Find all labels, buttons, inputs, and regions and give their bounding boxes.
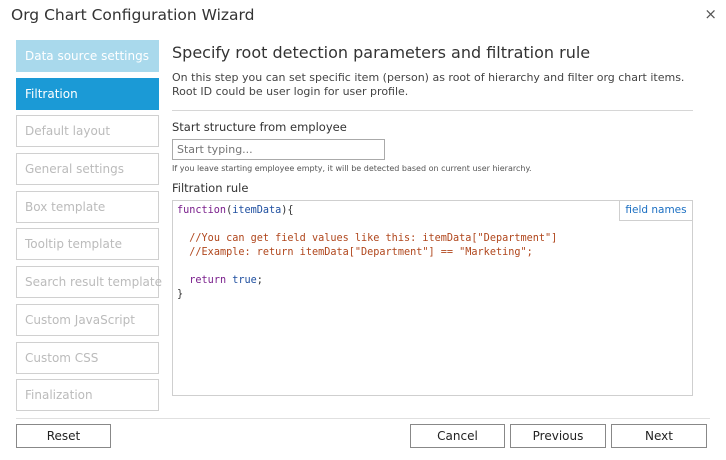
divider	[172, 110, 693, 111]
code-arg: itemData	[232, 205, 282, 216]
next-button[interactable]: Next	[611, 424, 707, 448]
step-description: On this step you can set specific item (…	[172, 71, 685, 98]
code-line-1: function(itemData){	[177, 204, 692, 218]
code-punct: ;	[256, 275, 263, 286]
code-comment: //You can get field values like this: it…	[189, 233, 558, 244]
start-employee-label: Start structure from employee	[172, 120, 347, 134]
step-box-template: Box template	[16, 190, 159, 223]
code-keyword: function	[177, 205, 227, 216]
code-line-comment-2: //Example: return itemData["Department"]…	[177, 246, 692, 260]
step-general-settings: General settings	[16, 153, 159, 186]
footer-divider	[16, 418, 710, 419]
code-punct: }	[177, 289, 184, 300]
code-value: true	[232, 275, 257, 286]
code-line-close: }	[177, 288, 692, 302]
window-title: Org Chart Configuration Wizard	[11, 6, 255, 24]
step-data-source-settings[interactable]: Data source settings	[16, 40, 159, 72]
wizard-steps: Data source settings Filtration Default …	[16, 40, 162, 417]
step-custom-css: Custom CSS	[16, 341, 159, 374]
start-employee-hint: If you leave starting employee empty, it…	[172, 164, 532, 173]
code-comment: //Example: return itemData["Department"]…	[189, 247, 533, 258]
code-keyword: return	[189, 275, 227, 286]
reset-button[interactable]: Reset	[16, 424, 111, 448]
step-default-layout: Default layout	[16, 115, 159, 148]
previous-button[interactable]: Previous	[510, 424, 606, 448]
step-filtration[interactable]: Filtration	[16, 77, 159, 110]
field-names-link[interactable]: field names	[619, 201, 692, 221]
filtration-code-editor[interactable]: field names function(itemData){ //You ca…	[172, 200, 693, 396]
cancel-button[interactable]: Cancel	[410, 424, 505, 448]
step-tooltip-template: Tooltip template	[16, 228, 159, 261]
start-employee-input[interactable]	[172, 139, 385, 160]
filtration-rule-label: Filtration rule	[172, 181, 249, 195]
step-finalization: Finalization	[16, 379, 159, 412]
code-line-return: return true;	[177, 274, 692, 288]
step-content: Specify root detection parameters and fi…	[172, 40, 693, 396]
step-custom-javascript: Custom JavaScript	[16, 303, 159, 336]
step-search-result-template: Search result template	[16, 266, 162, 299]
code-punct: ){	[281, 205, 294, 216]
code-line-comment-1: //You can get field values like this: it…	[177, 232, 692, 246]
close-icon[interactable]: ×	[704, 5, 717, 23]
page-title: Specify root detection parameters and fi…	[172, 43, 591, 62]
